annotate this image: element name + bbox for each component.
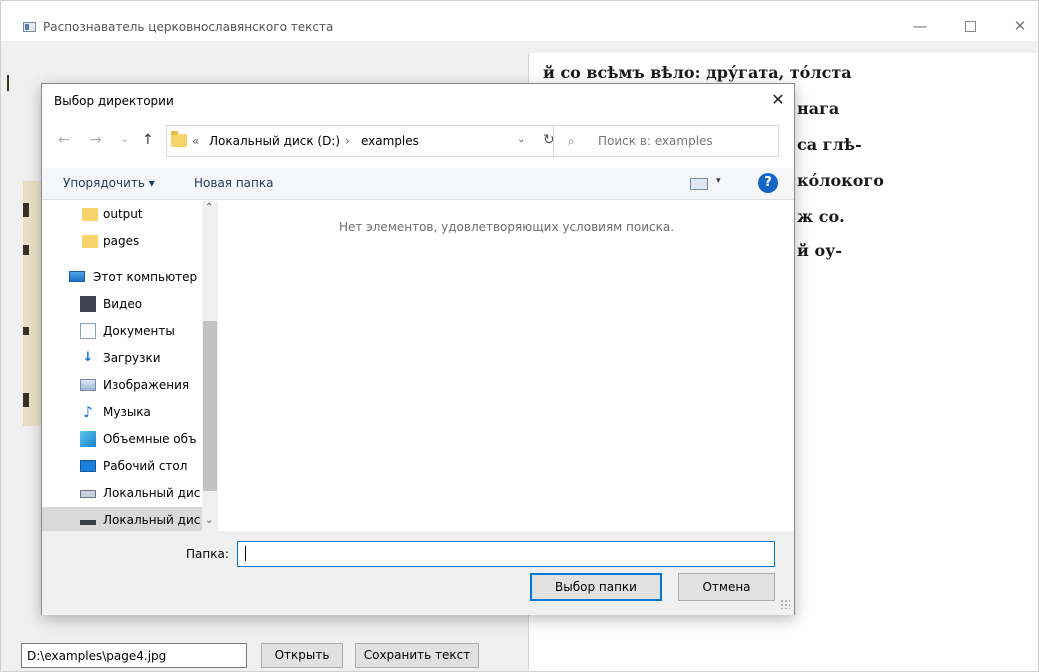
music-icon: ♪ xyxy=(83,403,93,421)
back-icon[interactable]: ← xyxy=(58,132,70,148)
view-options-icon[interactable] xyxy=(690,178,708,190)
address-dropdown-icon[interactable]: ⌄ xyxy=(517,134,525,145)
nav-item-pages[interactable]: pages xyxy=(42,228,202,255)
image-edge-mark xyxy=(7,75,9,91)
desktop-icon xyxy=(80,460,96,472)
cancel-button[interactable]: Отмена xyxy=(678,573,775,601)
nav-item-documents[interactable]: Документы xyxy=(42,318,202,345)
scroll-down-icon[interactable]: ⌄ xyxy=(205,515,213,526)
folder-label: Папка: xyxy=(186,547,229,561)
nav-item-pictures[interactable]: Изображения xyxy=(42,372,202,399)
computer-icon xyxy=(69,271,85,282)
video-icon xyxy=(80,296,96,312)
folder-icon xyxy=(82,208,98,221)
save-text-button[interactable]: Сохранить текст xyxy=(355,643,479,668)
empty-results-message: Нет элементов, удовлетворяющих условиям … xyxy=(338,220,675,234)
recognized-text-line: ж со. xyxy=(797,207,845,226)
close-button[interactable]: ✕ xyxy=(997,11,1038,41)
navigation-pane: output pages Этот компьютер Видео Докуме… xyxy=(42,201,218,534)
manuscript-image xyxy=(23,181,43,426)
dialog-footer: Папка: Выбор папки Отмена xyxy=(42,531,794,615)
nav-scrollbar[interactable]: ⌃ ⌄ xyxy=(202,201,218,531)
recognized-text-line: й со всѣмъ вѣло: дру́гата, то́лста xyxy=(543,63,852,82)
view-dropdown-icon[interactable]: ▾ xyxy=(716,176,721,186)
search-icon: ⌕ xyxy=(568,134,575,148)
3d-objects-icon xyxy=(80,431,96,447)
folder-name-input[interactable] xyxy=(237,541,775,567)
up-icon[interactable]: ↑ xyxy=(142,132,154,148)
dialog-close-button[interactable]: ✕ xyxy=(768,90,788,110)
nav-item-3d-objects[interactable]: Объемные объ xyxy=(42,426,202,453)
new-folder-button[interactable]: Новая папка xyxy=(194,176,273,190)
maximize-button[interactable] xyxy=(947,11,993,41)
downloads-icon: ↓ xyxy=(82,350,94,365)
folder-icon xyxy=(171,131,187,147)
maximize-icon xyxy=(964,21,976,32)
search-box[interactable]: ⌕ Поиск в: examples xyxy=(553,125,779,157)
nav-item-local-disk-d[interactable]: Локальный дис xyxy=(42,507,202,534)
documents-icon xyxy=(80,323,96,339)
dialog-title: Выбор директории xyxy=(54,94,174,108)
scrollbar-thumb[interactable] xyxy=(203,321,217,491)
disk-icon xyxy=(80,520,96,525)
recognized-text-line: ко́локого xyxy=(797,171,884,190)
scroll-up-icon[interactable]: ⌃ xyxy=(205,202,213,213)
breadcrumb-drive[interactable]: Локальный диск (D:) xyxy=(209,134,340,148)
window-title: Распознаватель церковнославянского текст… xyxy=(43,20,334,34)
organize-menu[interactable]: Упорядочить ▾ xyxy=(63,176,155,190)
recognized-text-line: й оу- xyxy=(797,241,842,260)
dialog-toolbar: Упорядочить ▾ Новая папка ▾ ? xyxy=(42,168,794,200)
folder-content-area[interactable]: Нет элементов, удовлетворяющих условиям … xyxy=(219,201,794,531)
nav-item-local-disk-c[interactable]: Локальный дис xyxy=(42,480,202,507)
recognized-text-line: са глѣ- xyxy=(797,135,862,154)
breadcrumb-folder[interactable]: examples xyxy=(361,134,419,148)
open-button[interactable]: Открыть xyxy=(261,643,343,668)
app-window: Распознаватель церковнославянского текст… xyxy=(0,0,1039,672)
title-bar: Распознаватель церковнославянского текст… xyxy=(1,1,1038,41)
nav-item-desktop[interactable]: Рабочий стол xyxy=(42,453,202,480)
text-caret xyxy=(245,546,246,561)
breadcrumb-separator[interactable]: › xyxy=(345,134,350,148)
recent-locations-icon[interactable]: ⌄ xyxy=(120,132,129,145)
disk-icon xyxy=(80,490,96,498)
minimize-button[interactable]: — xyxy=(897,11,943,41)
nav-item-this-pc[interactable]: Этот компьютер xyxy=(42,264,202,291)
recognized-text-line: нага xyxy=(797,99,840,118)
nav-item-output[interactable]: output xyxy=(42,201,202,228)
nav-item-video[interactable]: Видео xyxy=(42,291,202,318)
folder-icon xyxy=(82,235,98,248)
nav-item-downloads[interactable]: ↓ Загрузки xyxy=(42,345,202,372)
search-placeholder: Поиск в: examples xyxy=(598,134,713,148)
forward-icon[interactable]: → xyxy=(90,132,102,148)
help-icon[interactable]: ? xyxy=(758,173,778,193)
breadcrumb-overflow[interactable]: « xyxy=(192,134,199,148)
resize-grip-icon[interactable] xyxy=(780,599,790,609)
select-folder-button[interactable]: Выбор папки xyxy=(530,573,662,601)
pictures-icon xyxy=(80,379,96,391)
app-icon xyxy=(23,22,36,32)
nav-item-music[interactable]: ♪ Музыка xyxy=(42,399,202,426)
address-bar[interactable]: « Локальный диск (D:) › examples ⌄ ↻ xyxy=(166,125,582,157)
image-path-input[interactable] xyxy=(21,643,247,668)
folder-picker-dialog: Выбор директории ✕ ← → ⌄ ↑ « Локальный д… xyxy=(41,83,795,615)
